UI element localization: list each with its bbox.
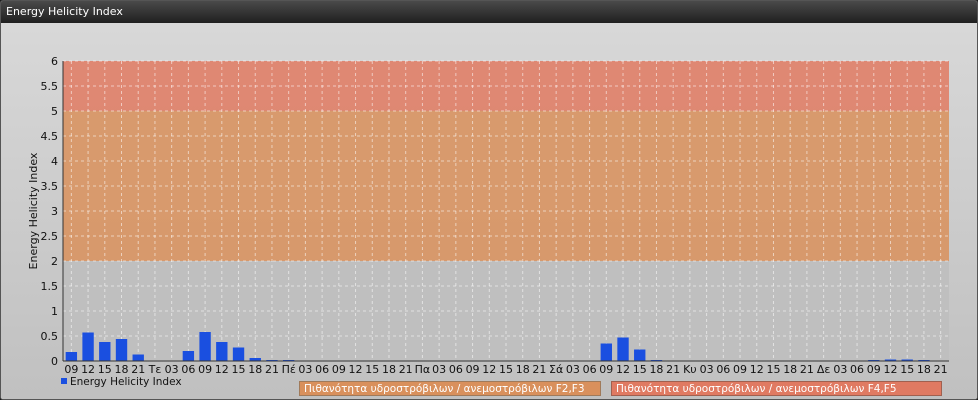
x-tick-label: 21: [131, 363, 145, 376]
x-tick-label: 12: [215, 363, 229, 376]
y-tick-label: 3.5: [41, 180, 59, 193]
x-tick-label: 12: [482, 363, 496, 376]
x-tick-label: 06: [583, 363, 597, 376]
chart-window: Energy Helicity Index 0 0.5 1 1.5 2 2.5 3 3.5 4 4…: [0, 0, 978, 400]
x-tick-label: 12: [750, 363, 764, 376]
title-bar: Energy Helicity Index: [1, 1, 977, 23]
bar: [65, 352, 78, 361]
x-tick-label: 21: [800, 363, 814, 376]
ehi-chart: 00.511.522.533.544.555.5609 12 15 18 21 Τε 03 0…: [27, 55, 949, 376]
x-tick-label: 18: [248, 363, 262, 376]
series-legend-label: Energy Helicity Index: [70, 376, 182, 388]
band-legend-f2-f3[interactable]: Πιθανότητα υδροστρόβιλων / ανεμοστρόβιλω…: [299, 381, 601, 396]
series-legend[interactable]: Energy Helicity Index: [61, 376, 182, 388]
y-tick-label: 4: [51, 155, 58, 168]
x-tick-label: 15: [766, 363, 780, 376]
bar: [115, 339, 128, 361]
x-tick-label: 21: [399, 363, 413, 376]
x-tick-label: Τε: [148, 363, 162, 376]
bar: [99, 342, 111, 361]
x-tick-label: 18: [382, 363, 396, 376]
x-tick-label: 03: [833, 363, 847, 376]
x-tick-label: Δε: [817, 363, 831, 376]
x-tick-label: 15: [499, 363, 513, 376]
x-tick-label: 03: [566, 363, 580, 376]
y-tick-label: 3: [51, 205, 58, 218]
y-axis-title: Energy Helicity Index: [27, 152, 40, 269]
x-tick-label: 15: [900, 363, 914, 376]
x-tick-label: 15: [633, 363, 647, 376]
x-tick-label: 18: [115, 363, 129, 376]
bar: [132, 354, 144, 361]
y-tick-label: 1.5: [41, 280, 59, 293]
x-tick-label: 03: [165, 363, 179, 376]
x-tick-label: 09: [198, 363, 212, 376]
x-tick-label: 18: [917, 363, 931, 376]
x-tick-label: 09: [64, 363, 78, 376]
x-tick-label: 12: [81, 363, 95, 376]
x-tick-label: 03: [700, 363, 714, 376]
x-tick-label: 09: [332, 363, 346, 376]
bar: [634, 349, 646, 361]
x-tick-label: 18: [649, 363, 663, 376]
x-tick-label: 03: [298, 363, 312, 376]
x-tick-label: 06: [449, 363, 463, 376]
window-title: Energy Helicity Index: [6, 5, 123, 18]
band-legend-f4-f5[interactable]: Πιθανότητα υδροστρόβιλων / ανεμοστρόβιλω…: [611, 381, 942, 396]
x-tick-label: 15: [232, 363, 246, 376]
x-tick-label: 21: [934, 363, 948, 376]
y-tick-label: 0.5: [41, 330, 59, 343]
y-tick-label: 4.5: [41, 130, 59, 143]
x-tick-label: Πα: [415, 363, 431, 376]
series-legend-swatch: [61, 378, 67, 384]
x-tick-label: 21: [532, 363, 546, 376]
x-tick-label: 21: [265, 363, 279, 376]
y-tick-label: 2.5: [41, 230, 59, 243]
x-tick-label: 06: [181, 363, 195, 376]
x-tick-label: 15: [98, 363, 112, 376]
bar: [199, 332, 211, 361]
x-tick-label: 09: [466, 363, 480, 376]
bar: [182, 351, 195, 361]
y-tick-label: 5: [51, 105, 58, 118]
bar: [232, 347, 245, 361]
x-tick-label: Πέ: [282, 363, 296, 376]
y-tick-label: 5.5: [41, 80, 59, 93]
x-tick-label: 12: [616, 363, 630, 376]
x-tick-label: 06: [850, 363, 864, 376]
x-tick-label: 09: [867, 363, 881, 376]
x-tick-label: 12: [883, 363, 897, 376]
x-tick-label: 18: [516, 363, 530, 376]
x-tick-label: Κυ: [683, 363, 697, 376]
x-tick-label: 09: [599, 363, 613, 376]
y-tick-label: 6: [51, 55, 58, 68]
x-tick-label: 18: [783, 363, 797, 376]
x-tick-label: 21: [666, 363, 680, 376]
chart-panel: 0 0.5 1 1.5 2 2.5 3 3.5 4 4.5 5 5.5 6 09 12 15 18 21 Τε 03 0…: [1, 23, 977, 399]
x-tick-label: 03: [432, 363, 446, 376]
bar: [600, 343, 612, 361]
y-tick-label: 1: [51, 305, 58, 318]
x-tick-label: 06: [716, 363, 730, 376]
bar: [82, 332, 94, 361]
bar: [617, 337, 629, 361]
bar: [216, 342, 228, 361]
x-tick-label: 15: [365, 363, 379, 376]
x-tick-label: 12: [349, 363, 363, 376]
x-tick-label: 09: [733, 363, 747, 376]
y-tick-label: 0: [51, 355, 58, 368]
x-tick-label: 06: [315, 363, 329, 376]
y-tick-label: 2: [51, 255, 58, 268]
x-tick-label: Σά: [549, 363, 563, 376]
